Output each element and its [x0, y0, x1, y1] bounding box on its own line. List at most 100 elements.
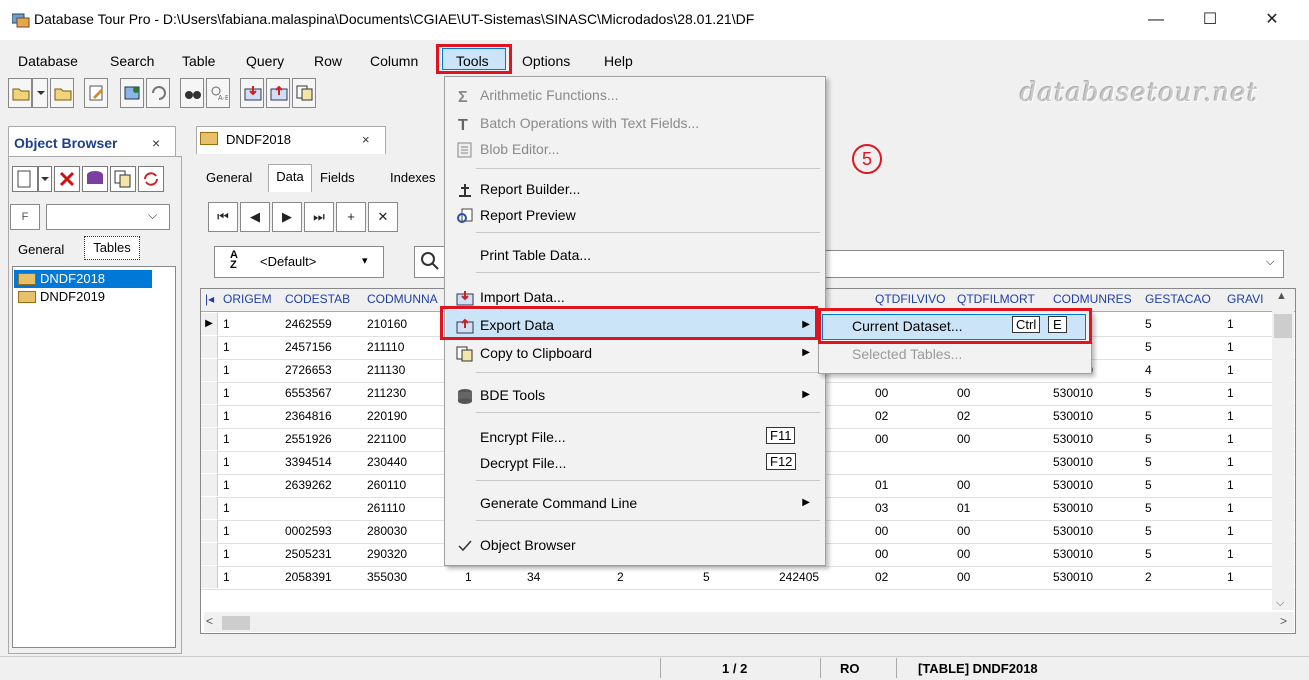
- menu-item-selected-tables[interactable]: Selected Tables...: [852, 346, 962, 362]
- grid-cell[interactable]: 2457156: [285, 340, 332, 354]
- column-header[interactable]: CODESTAB: [285, 292, 350, 306]
- ob-tab-tables[interactable]: Tables: [84, 236, 140, 260]
- menu-help[interactable]: Help: [604, 53, 633, 69]
- import-button[interactable]: [240, 78, 264, 108]
- tab-fields[interactable]: Fields: [320, 170, 355, 185]
- grid-cell[interactable]: 1: [1227, 432, 1234, 446]
- list-item[interactable]: DNDF2019: [14, 288, 152, 306]
- grid-cell[interactable]: 355030: [367, 570, 407, 584]
- vertical-scrollbar[interactable]: [1272, 310, 1294, 610]
- grid-cell[interactable]: 1: [1227, 340, 1234, 354]
- grid-cell[interactable]: 1: [465, 570, 472, 584]
- ob-tab-general[interactable]: General: [18, 242, 64, 257]
- grid-cell[interactable]: 1: [223, 501, 230, 515]
- grid-cell[interactable]: 1: [1227, 524, 1234, 538]
- grid-cell[interactable]: 1: [223, 432, 230, 446]
- grid-cell[interactable]: 00: [875, 432, 888, 446]
- row-indicator[interactable]: [201, 382, 218, 404]
- search-replace-button[interactable]: A·B: [206, 78, 230, 108]
- copy-object-button[interactable]: [110, 166, 136, 192]
- row-indicator[interactable]: [201, 520, 218, 542]
- grid-cell[interactable]: 1: [1227, 409, 1234, 423]
- menu-item-bde-tools[interactable]: BDE Tools ▶: [452, 382, 820, 410]
- refresh-icon[interactable]: [138, 166, 164, 192]
- grid-cell[interactable]: 4: [1145, 363, 1152, 377]
- row-indicator[interactable]: [201, 451, 218, 473]
- grid-cell[interactable]: 1: [223, 340, 230, 354]
- menu-options[interactable]: Options: [522, 53, 570, 69]
- grid-cell[interactable]: 530010: [1053, 524, 1093, 538]
- grid-cell[interactable]: 2058391: [285, 570, 332, 584]
- menu-item-print-table-data[interactable]: Print Table Data...: [452, 242, 820, 270]
- grid-cell[interactable]: 1: [1227, 501, 1234, 515]
- scroll-left-icon[interactable]: <: [206, 614, 213, 628]
- grid-cell[interactable]: 530010: [1053, 570, 1093, 584]
- row-indicator[interactable]: [201, 543, 218, 565]
- grid-cell[interactable]: 2364816: [285, 409, 332, 423]
- open-database-button[interactable]: [8, 78, 32, 108]
- copy-button[interactable]: [292, 78, 316, 108]
- menu-table[interactable]: Table: [182, 53, 215, 69]
- row-indicator[interactable]: [201, 474, 218, 496]
- menu-item-copy-to-clipboard[interactable]: Copy to Clipboard ▶: [452, 340, 820, 368]
- grid-cell[interactable]: 1: [223, 455, 230, 469]
- grid-cell[interactable]: 1: [223, 363, 230, 377]
- grid-cell[interactable]: 34: [527, 570, 540, 584]
- menu-item-report-preview[interactable]: Report Preview: [452, 202, 820, 230]
- insert-record-button[interactable]: +: [336, 202, 366, 232]
- horizontal-scroll-thumb[interactable]: [222, 616, 250, 630]
- undo-button[interactable]: [146, 78, 170, 108]
- grid-cell[interactable]: 02: [957, 409, 970, 423]
- binoculars-icon[interactable]: [180, 78, 204, 108]
- grid-cell[interactable]: 2462559: [285, 317, 332, 331]
- grid-cell[interactable]: 530010: [1053, 409, 1093, 423]
- grid-cell[interactable]: 530010: [1053, 547, 1093, 561]
- next-record-button[interactable]: ▶: [272, 202, 302, 232]
- menu-item-object-browser[interactable]: Object Browser: [452, 532, 820, 560]
- grid-cell[interactable]: 1: [223, 547, 230, 561]
- menu-query[interactable]: Query: [246, 53, 284, 69]
- current-row-indicator-icon[interactable]: ▶: [201, 313, 218, 335]
- filter-expression-combo[interactable]: [820, 250, 1284, 278]
- grid-cell[interactable]: 280030: [367, 524, 407, 538]
- column-header[interactable]: QTDFILMORT: [957, 292, 1035, 306]
- grid-cell[interactable]: 00: [957, 570, 970, 584]
- grid-cell[interactable]: 2: [1145, 570, 1152, 584]
- chevron-down-icon[interactable]: ⌵: [148, 208, 157, 223]
- prior-record-button[interactable]: ◀: [240, 202, 270, 232]
- new-object-dropdown[interactable]: [38, 166, 52, 192]
- menu-column[interactable]: Column: [370, 53, 418, 69]
- grid-cell[interactable]: 530010: [1053, 478, 1093, 492]
- grid-cell[interactable]: 1: [223, 570, 230, 584]
- menu-search[interactable]: Search: [110, 53, 154, 69]
- database-object-icon[interactable]: [82, 166, 108, 192]
- grid-cell[interactable]: 230440: [367, 455, 407, 469]
- edit-button[interactable]: [84, 78, 108, 108]
- grid-cell[interactable]: 5: [1145, 317, 1152, 331]
- row-indicator[interactable]: [201, 497, 218, 519]
- delete-object-button[interactable]: [54, 166, 80, 192]
- grid-cell[interactable]: 260110: [367, 478, 406, 492]
- grid-cell[interactable]: 220190: [367, 409, 407, 423]
- column-header[interactable]: ORIGEM: [223, 292, 272, 306]
- scroll-down-icon[interactable]: ⌵: [1276, 597, 1284, 610]
- grid-cell[interactable]: 3394514: [285, 455, 332, 469]
- grid-cell[interactable]: 00: [957, 478, 970, 492]
- last-record-button[interactable]: ⏭: [304, 202, 334, 232]
- grid-cell[interactable]: 2726653: [285, 363, 332, 377]
- grid-corner-icon[interactable]: |◂: [205, 292, 214, 306]
- grid-cell[interactable]: 530010: [1053, 501, 1093, 515]
- tab-data[interactable]: Data: [268, 164, 312, 192]
- column-header[interactable]: CODMUNRES: [1053, 292, 1132, 306]
- open-folder-button[interactable]: [50, 78, 74, 108]
- chevron-down-icon[interactable]: ▾: [362, 254, 368, 267]
- grid-cell[interactable]: 1: [223, 386, 230, 400]
- refresh-table-button[interactable]: [120, 78, 144, 108]
- filter-icon[interactable]: F: [10, 204, 40, 230]
- tab-indexes[interactable]: Indexes: [390, 170, 436, 185]
- grid-cell[interactable]: 2505231: [285, 547, 332, 561]
- row-indicator[interactable]: [201, 566, 218, 588]
- menu-item-arithmetic-functions[interactable]: Σ Arithmetic Functions...: [452, 82, 820, 110]
- vertical-scroll-thumb[interactable]: [1274, 314, 1292, 338]
- grid-cell[interactable]: 1: [1227, 547, 1234, 561]
